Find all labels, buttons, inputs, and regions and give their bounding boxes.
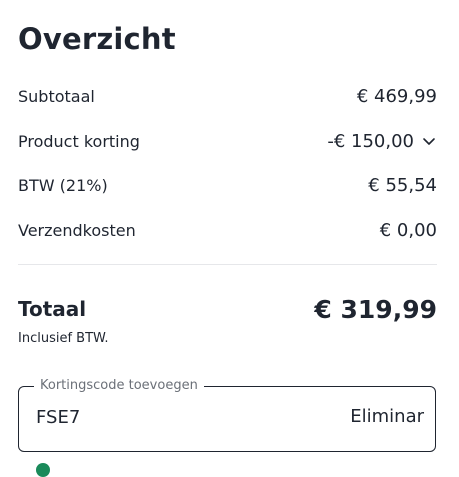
summary-divider	[18, 264, 437, 265]
product-discount-label: Product korting	[18, 131, 140, 151]
discount-code-field[interactable]: Kortingscode toevoegen FSE7 Eliminar	[18, 377, 436, 452]
check-circle-icon	[36, 463, 50, 477]
subtotal-row: Subtotaal € 469,99	[18, 82, 437, 110]
product-discount-row[interactable]: Product korting -€ 150,00	[18, 127, 437, 155]
product-discount-value-wrap[interactable]: -€ 150,00	[327, 131, 437, 152]
discount-code-value[interactable]: FSE7	[36, 407, 80, 428]
chevron-down-icon[interactable]	[421, 133, 437, 149]
shipping-value: € 0,00	[379, 219, 437, 241]
vat-row: BTW (21%) € 55,54	[18, 171, 437, 199]
product-discount-value: -€ 150,00	[327, 130, 414, 152]
total-label: Totaal	[18, 297, 87, 321]
subtotal-value: € 469,99	[356, 85, 437, 107]
shipping-row: Verzendkosten € 0,00	[18, 216, 437, 244]
total-value: € 319,99	[314, 294, 437, 324]
subtotal-label: Subtotaal	[18, 86, 95, 106]
vat-label: BTW (21%)	[18, 175, 108, 195]
discount-applied-message	[36, 463, 56, 477]
discount-code-legend: Kortingscode toevoegen	[34, 377, 204, 395]
total-row: Totaal € 319,99	[18, 292, 437, 326]
page-title: Overzicht	[18, 22, 176, 56]
vat-included-note: Inclusief BTW.	[18, 331, 109, 346]
vat-value: € 55,54	[368, 174, 437, 196]
remove-discount-code-button[interactable]: Eliminar	[350, 406, 424, 427]
shipping-label: Verzendkosten	[18, 220, 136, 240]
